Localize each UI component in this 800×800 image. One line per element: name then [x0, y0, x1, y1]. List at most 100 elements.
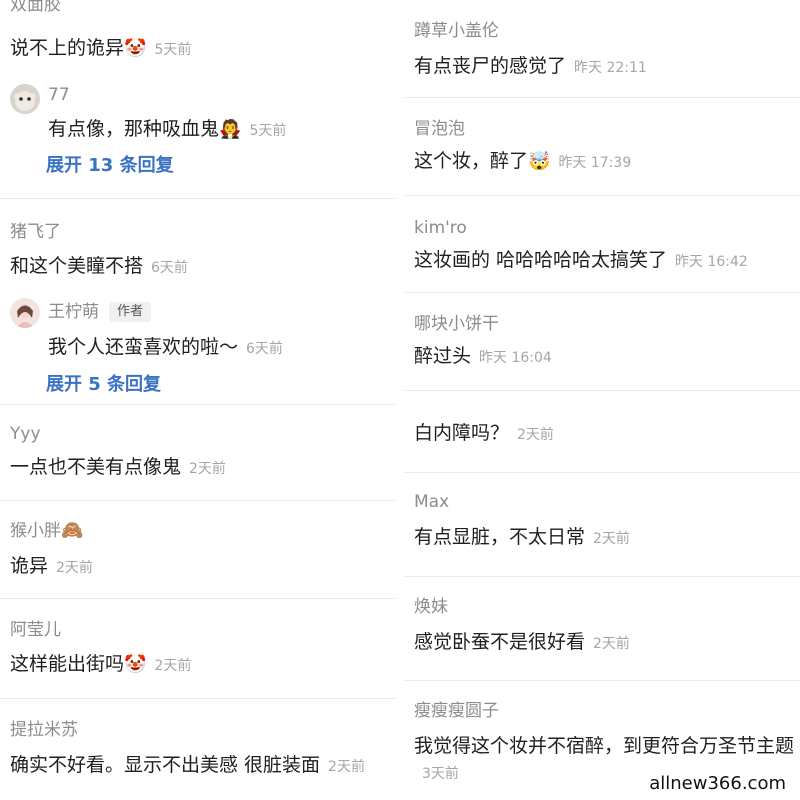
comment-time: 2天前 — [593, 531, 630, 547]
vampire-emoji-icon: 🧛 — [219, 119, 242, 140]
comment-body: 有点丧尸的感觉了 昨天 22:11 — [414, 53, 794, 81]
comment-time: 2天前 — [189, 461, 226, 477]
comment-item: 哪块小饼干 — [414, 313, 794, 335]
expand-replies: 展开 13 条回复 — [46, 151, 390, 177]
see-no-evil-monkey-emoji-icon: 🙈 — [61, 520, 84, 541]
divider — [0, 404, 396, 405]
comment-time: 2天前 — [328, 759, 365, 775]
commenter-name[interactable]: kim'ro — [414, 217, 794, 239]
reply-time: 6天前 — [246, 341, 283, 357]
clown-emoji-icon: 🤡 — [124, 38, 147, 59]
comment-text: 我觉得这个妆并不宿醉，到更符合万圣节主题 — [414, 735, 795, 757]
comment-time: 昨天 22:11 — [574, 60, 647, 76]
comment-time: 3天前 — [422, 766, 459, 782]
replier-name[interactable]: 77 — [48, 84, 390, 106]
comment-body: 白内障吗？ 2天前 — [414, 420, 794, 448]
watermark: allnew366.com — [645, 773, 790, 794]
comment-body: 一点也不美有点像鬼 2天前 — [10, 454, 390, 482]
comment-time: 昨天 16:42 — [675, 254, 748, 270]
comment-item: kim'ro — [414, 217, 794, 239]
comment-time: 6天前 — [151, 260, 188, 276]
comment-body: 这样能出街吗🤡 2天前 — [10, 651, 390, 679]
reply-item: 77 — [48, 84, 390, 106]
commenter-name[interactable]: 哪块小饼干 — [414, 313, 794, 335]
comment-body: 有点显脏，不太日常 2天前 — [414, 524, 794, 552]
commenter-name[interactable]: 猴小胖 — [10, 521, 61, 541]
commenter-name[interactable]: 双面胶 — [10, 0, 390, 16]
comment-item: 猪飞了 — [10, 221, 390, 243]
comment-text: 一点也不美有点像鬼 — [10, 456, 182, 478]
comment-item: 猴小胖🙈 — [10, 520, 390, 542]
comment-item: 阿莹儿 — [10, 619, 390, 641]
comment-item: 双面胶 — [10, 0, 390, 16]
comment-body: 这妆画的 哈哈哈哈哈太搞笑了 昨天 16:42 — [414, 247, 794, 275]
commenter-name[interactable]: 提拉米苏 — [10, 719, 390, 741]
right-comment-column: 蹲草小盖伦 有点丧尸的感觉了 昨天 22:11 冒泡泡 这个妆，醉了🤯 昨天 17:… — [404, 0, 800, 800]
comment-text: 这个妆，醉了 — [414, 150, 529, 172]
comment-time: 2天前 — [154, 658, 192, 674]
comment-item: Yyy — [10, 423, 390, 445]
comment-text: 诡异 — [10, 555, 49, 577]
divider — [404, 680, 800, 681]
divider — [404, 576, 800, 577]
comment-time: 昨天 17:39 — [558, 155, 632, 171]
reply-text: 有点像，那种吸血鬼 — [48, 118, 220, 140]
divider — [0, 500, 396, 501]
comment-time: 5天前 — [154, 42, 192, 58]
expand-replies: 展开 5 条回复 — [46, 370, 390, 396]
comment-text: 说不上的诡异 — [10, 37, 125, 59]
comment-body: 诡异 2天前 — [10, 553, 390, 581]
avatar[interactable] — [10, 84, 40, 114]
comment-body: 感觉卧蚕不是很好看 2天前 — [414, 629, 794, 657]
comment-item: 蹲草小盖伦 — [414, 20, 794, 42]
divider — [404, 195, 800, 196]
commenter-name[interactable]: 瘦瘦瘦圆子 — [414, 700, 794, 722]
reply-item: 王柠萌 作者 — [48, 301, 390, 323]
divider — [404, 472, 800, 473]
divider — [0, 698, 396, 699]
commenter-name[interactable]: 阿莹儿 — [10, 619, 390, 641]
commenter-name[interactable]: Yyy — [10, 423, 390, 445]
comment-time: 2天前 — [517, 427, 554, 443]
comment-item: 焕妹 — [414, 596, 794, 618]
comment-text: 有点显脏，不太日常 — [414, 526, 586, 548]
commenter-name[interactable]: Max — [414, 491, 794, 513]
comment-item: 冒泡泡 — [414, 118, 794, 140]
comment-text: 感觉卧蚕不是很好看 — [414, 631, 586, 653]
left-comment-column: 双面胶 说不上的诡异🤡 5天前 77 有点像，那种吸血鬼🧛 5天前 展开 13 条回… — [0, 0, 396, 800]
comment-item: 瘦瘦瘦圆子 — [414, 700, 794, 722]
divider — [0, 598, 396, 599]
clown-emoji-icon: 🤡 — [124, 654, 147, 675]
comment-item: 提拉米苏 — [10, 719, 390, 741]
reply-body: 有点像，那种吸血鬼🧛 5天前 — [48, 116, 390, 144]
comment-body: 和这个美瞳不搭 6天前 — [10, 253, 390, 281]
comment-time: 2天前 — [593, 636, 630, 652]
comment-body: 醉过头 昨天 16:04 — [414, 343, 794, 371]
divider — [404, 292, 800, 293]
commenter-name[interactable]: 焕妹 — [414, 596, 794, 618]
author-avatar[interactable] — [10, 298, 40, 328]
replier-name[interactable]: 王柠萌 — [48, 302, 99, 322]
comment-item: Max — [414, 491, 794, 513]
comment-text: 白内障吗？ — [414, 422, 510, 444]
comment-text: 这妆画的 哈哈哈哈哈太搞笑了 — [414, 249, 668, 271]
expand-replies-link[interactable]: 展开 13 条回复 — [46, 155, 174, 176]
comment-body: 说不上的诡异🤡 5天前 — [10, 35, 390, 63]
comment-text: 确实不好看。显示不出美感 很脏装面 — [10, 754, 321, 776]
reply-body: 我个人还蛮喜欢的啦～ 6天前 — [48, 334, 390, 362]
commenter-name[interactable]: 冒泡泡 — [414, 118, 794, 140]
expand-replies-link[interactable]: 展开 5 条回复 — [46, 374, 161, 395]
exploding-head-emoji-icon: 🤯 — [528, 151, 551, 172]
comment-time: 2天前 — [56, 560, 93, 576]
reply-time: 5天前 — [249, 123, 287, 139]
comment-text: 有点丧尸的感觉了 — [414, 55, 567, 77]
commenter-name[interactable]: 蹲草小盖伦 — [414, 20, 794, 42]
comment-text: 这样能出街吗 — [10, 653, 125, 675]
comment-body: 确实不好看。显示不出美感 很脏装面 2天前 — [10, 752, 390, 780]
reply-text: 我个人还蛮喜欢的啦～ — [48, 336, 239, 358]
comment-text: 醉过头 — [414, 345, 472, 367]
column-gutter — [396, 0, 404, 800]
author-badge: 作者 — [109, 302, 152, 322]
commenter-name[interactable]: 猪飞了 — [10, 221, 390, 243]
comment-text: 和这个美瞳不搭 — [10, 255, 144, 277]
